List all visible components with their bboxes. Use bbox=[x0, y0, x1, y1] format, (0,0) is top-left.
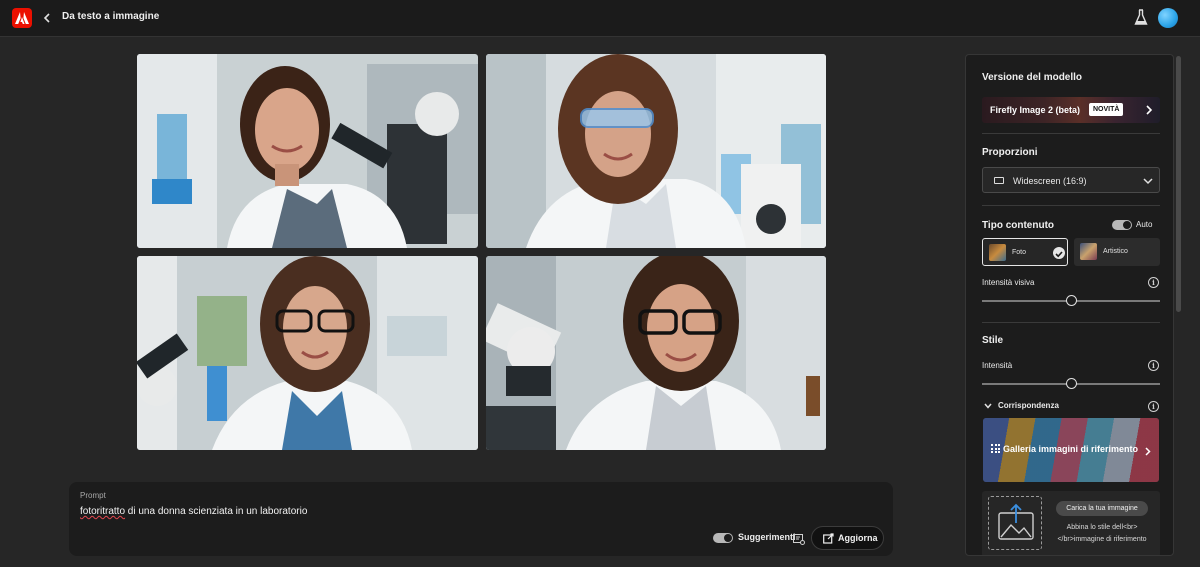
refresh-edit-icon bbox=[823, 533, 834, 544]
prompt-input[interactable]: fotoritratto di una donna scienziata in … bbox=[80, 506, 307, 517]
chevron-down-icon bbox=[1143, 178, 1153, 185]
prompt-label: Prompt bbox=[80, 491, 106, 500]
prompt-text-rest[interactable]: di una donna scienziata in un laboratori… bbox=[125, 506, 308, 517]
auto-toggle[interactable] bbox=[1112, 220, 1132, 230]
gallery-label: Galleria immagini di riferimento bbox=[991, 444, 1138, 454]
back-chevron-icon[interactable] bbox=[42, 10, 54, 26]
adobe-logo-icon[interactable] bbox=[12, 8, 32, 28]
chevron-right-icon bbox=[1145, 447, 1151, 456]
gallery-label-text: Galleria immagini di riferimento bbox=[1003, 444, 1139, 454]
match-label[interactable]: Corrispondenza bbox=[998, 401, 1059, 410]
new-badge: NOVITÀ bbox=[1089, 103, 1124, 116]
model-section-title: Versione del modello bbox=[982, 72, 1083, 83]
checkmark-icon bbox=[1053, 247, 1065, 259]
photo-thumbnail-icon bbox=[989, 244, 1006, 261]
update-button[interactable]: Aggiorna bbox=[811, 526, 884, 550]
content-type-photo[interactable]: Foto bbox=[982, 238, 1068, 266]
info-icon[interactable]: i bbox=[1148, 277, 1159, 288]
style-title: Stile bbox=[982, 335, 1004, 346]
suggestions-settings-icon[interactable] bbox=[793, 532, 805, 545]
reference-gallery[interactable]: Galleria immagini di riferimento bbox=[983, 418, 1159, 482]
proportions-value: Widescreen (16:9) bbox=[1013, 176, 1087, 186]
model-version-card[interactable]: Firefly Image 2 (beta) NOVITÀ bbox=[982, 97, 1160, 123]
top-bar: Da testo a immagine bbox=[0, 0, 1200, 37]
generated-image-4[interactable] bbox=[486, 256, 826, 450]
visual-intensity-slider[interactable] bbox=[982, 295, 1160, 306]
upload-image-button[interactable]: Carica la tua immagine bbox=[1056, 501, 1148, 516]
auto-label: Auto bbox=[1136, 220, 1153, 229]
divider bbox=[982, 205, 1160, 206]
chevron-right-icon bbox=[1146, 105, 1153, 115]
upload-reference: Carica la tua immagine Abbina lo stile d… bbox=[982, 491, 1160, 555]
divider bbox=[982, 133, 1160, 134]
divider bbox=[982, 322, 1160, 323]
art-label: Artistico bbox=[1103, 248, 1128, 255]
art-thumbnail-icon bbox=[1080, 243, 1097, 260]
chevron-down-icon[interactable] bbox=[984, 402, 992, 410]
image-upload-icon bbox=[998, 503, 1034, 540]
generated-image-3[interactable] bbox=[137, 256, 478, 450]
content-type-art[interactable]: Artistico bbox=[1074, 238, 1160, 266]
generated-image-2[interactable] bbox=[486, 54, 826, 248]
proportions-dropdown[interactable]: Widescreen (16:9) bbox=[982, 167, 1160, 193]
slider-handle[interactable] bbox=[1066, 295, 1077, 306]
model-name: Firefly Image 2 (beta) bbox=[990, 105, 1081, 115]
misspelled-word[interactable]: fotoritratto bbox=[80, 506, 125, 517]
slider-handle[interactable] bbox=[1066, 378, 1077, 389]
content-type-title: Tipo contenuto bbox=[982, 220, 1055, 231]
proportions-title: Proporzioni bbox=[982, 147, 1038, 158]
prompt-panel: Prompt fotoritratto di una donna scienzi… bbox=[69, 482, 893, 556]
intensity-slider[interactable] bbox=[982, 378, 1160, 389]
intensity-label: Intensità bbox=[982, 361, 1013, 370]
visual-intensity-label: Intensità visiva bbox=[982, 278, 1035, 287]
flask-icon[interactable] bbox=[1134, 9, 1148, 26]
upload-hint: Abbina lo stile dell<br></br>immagine di… bbox=[1057, 524, 1147, 543]
avatar[interactable] bbox=[1158, 8, 1178, 28]
panel-scrollbar[interactable] bbox=[1176, 56, 1181, 312]
settings-panel: Versione del modello Firefly Image 2 (be… bbox=[965, 54, 1174, 556]
info-icon[interactable]: i bbox=[1148, 360, 1159, 371]
grid-icon bbox=[991, 444, 1000, 453]
page-title: Da testo a immagine bbox=[62, 11, 160, 22]
photo-label: Foto bbox=[1012, 249, 1027, 256]
info-icon[interactable]: i bbox=[1148, 401, 1159, 412]
suggestions-label: Suggerimenti bbox=[738, 532, 796, 542]
update-button-label: Aggiorna bbox=[838, 533, 878, 543]
generated-image-1[interactable] bbox=[137, 54, 478, 248]
aspect-ratio-icon bbox=[994, 177, 1004, 184]
suggestions-toggle[interactable] bbox=[713, 533, 733, 543]
upload-dropzone[interactable] bbox=[988, 496, 1042, 550]
